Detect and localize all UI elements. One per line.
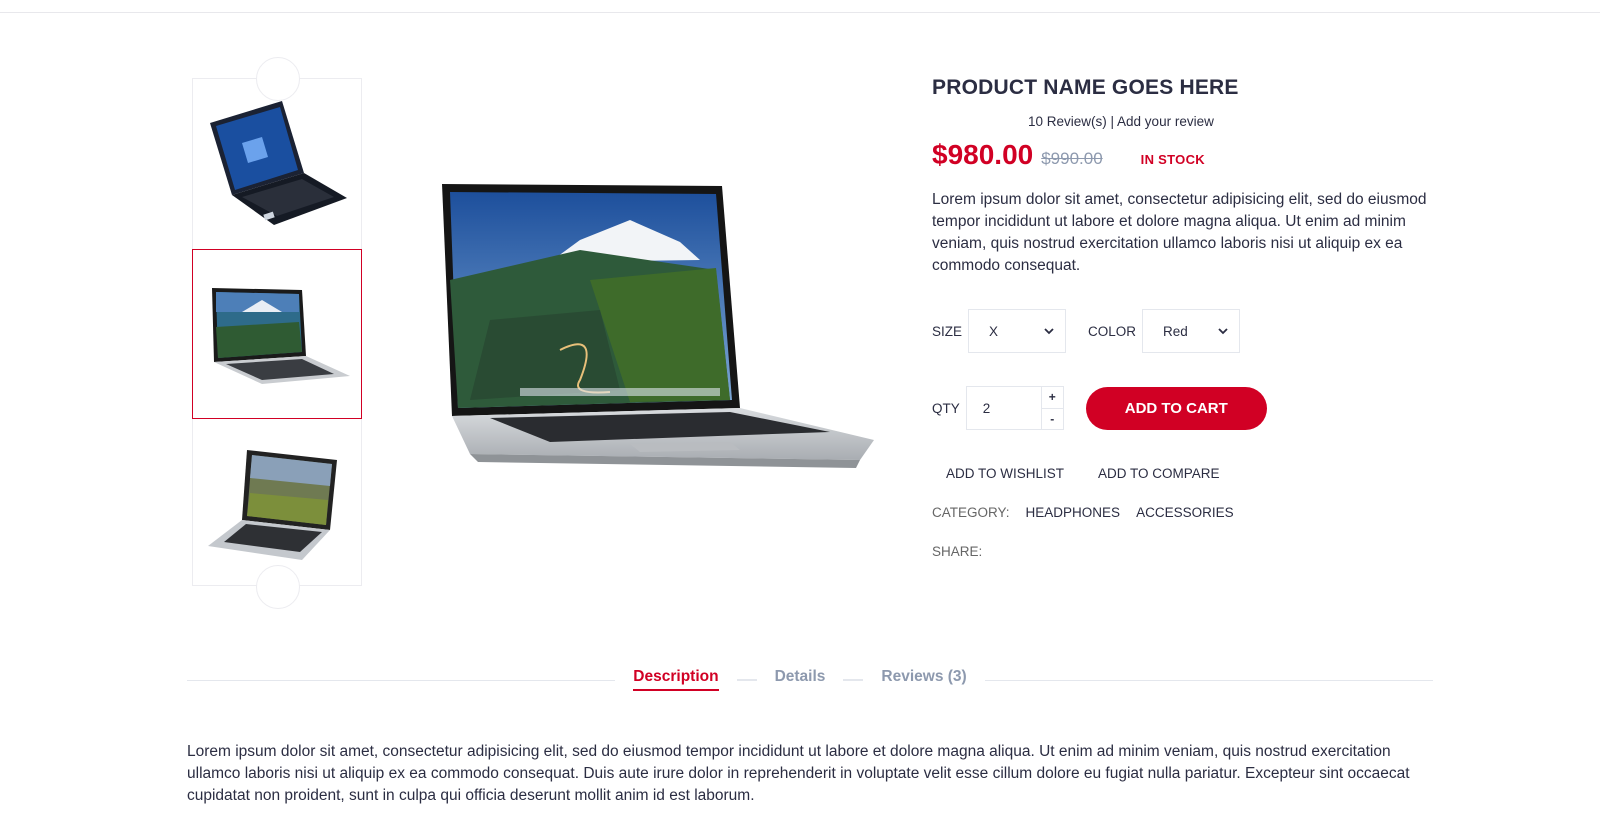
quantity-decrease-button[interactable]: - bbox=[1042, 409, 1063, 430]
add-to-compare-link[interactable]: ADD TO COMPARE bbox=[1098, 466, 1220, 481]
tab-content-text: Lorem ipsum dolor sit amet, consectetur … bbox=[187, 743, 1410, 804]
header-divider bbox=[0, 12, 1600, 13]
category-row: CATEGORY: HEADPHONES ACCESSORIES bbox=[932, 505, 1234, 520]
reviews-link[interactable]: 10 Review(s) | Add your review bbox=[932, 114, 1442, 129]
price-row: $980.00 $990.00 IN STOCK bbox=[932, 139, 1442, 177]
product-description: Lorem ipsum dolor sit amet, consectetur … bbox=[932, 191, 1427, 274]
chevron-down-icon bbox=[1218, 328, 1228, 335]
quantity-buttons: + - bbox=[1040, 387, 1063, 430]
tab-reviews-label: Reviews (3) bbox=[881, 668, 967, 685]
quantity-row: QTY 2 + - ADD TO CART bbox=[932, 386, 1267, 430]
thumbnail-1[interactable] bbox=[193, 79, 361, 247]
share-label: SHARE: bbox=[932, 544, 983, 559]
product-details: PRODUCT NAME GOES HERE 10 Review(s) | Ad… bbox=[932, 76, 1442, 277]
category-label: CATEGORY: bbox=[932, 505, 1010, 520]
laptop-thumbnail-image bbox=[212, 287, 350, 384]
laptop-main-image bbox=[442, 184, 874, 468]
stock-status: IN STOCK bbox=[1140, 152, 1205, 167]
size-value: X bbox=[989, 323, 999, 339]
old-price: $990.00 bbox=[1041, 149, 1103, 168]
quantity-input[interactable]: 2 bbox=[967, 387, 1041, 429]
add-to-cart-button[interactable]: ADD TO CART bbox=[1085, 386, 1267, 430]
thumbnail-2-selected[interactable] bbox=[192, 249, 362, 419]
quantity-stepper: 2 + - bbox=[965, 386, 1064, 430]
tab-reviews[interactable]: Reviews (3) bbox=[863, 668, 985, 686]
category-link-accessories[interactable]: ACCESSORIES bbox=[1136, 505, 1234, 520]
quantity-increase-button[interactable]: + bbox=[1041, 387, 1063, 409]
main-product-image[interactable] bbox=[430, 180, 880, 490]
tab-details-label: Details bbox=[774, 668, 826, 685]
product-title: PRODUCT NAME GOES HERE bbox=[932, 76, 1239, 99]
tab-details[interactable]: Details bbox=[756, 668, 844, 686]
product-links: ADD TO WISHLIST ADD TO COMPARE bbox=[946, 466, 1220, 481]
laptop-thumbnail-image bbox=[208, 450, 337, 560]
tab-description-label: Description bbox=[633, 668, 719, 691]
chevron-down-icon bbox=[1044, 328, 1054, 335]
category-link-headphones[interactable]: HEADPHONES bbox=[1026, 505, 1121, 520]
thumbnail-gallery bbox=[192, 57, 362, 609]
product-tabs: Description Details Reviews (3) bbox=[0, 668, 1600, 691]
add-to-wishlist-link[interactable]: ADD TO WISHLIST bbox=[946, 466, 1064, 481]
product-options: SIZE X COLOR Red bbox=[932, 309, 1241, 353]
size-label: SIZE bbox=[932, 323, 963, 339]
size-select[interactable]: X bbox=[968, 309, 1067, 353]
color-value: Red bbox=[1163, 323, 1188, 339]
thumbnail-3[interactable] bbox=[193, 419, 361, 587]
current-price: $980.00 bbox=[932, 139, 1034, 170]
laptop-thumbnail-image bbox=[210, 101, 347, 225]
color-label: COLOR bbox=[1088, 323, 1137, 339]
color-select[interactable]: Red bbox=[1142, 309, 1241, 353]
gallery-next-button[interactable] bbox=[256, 565, 300, 609]
tab-description[interactable]: Description bbox=[615, 668, 737, 691]
qty-label: QTY bbox=[932, 400, 960, 416]
